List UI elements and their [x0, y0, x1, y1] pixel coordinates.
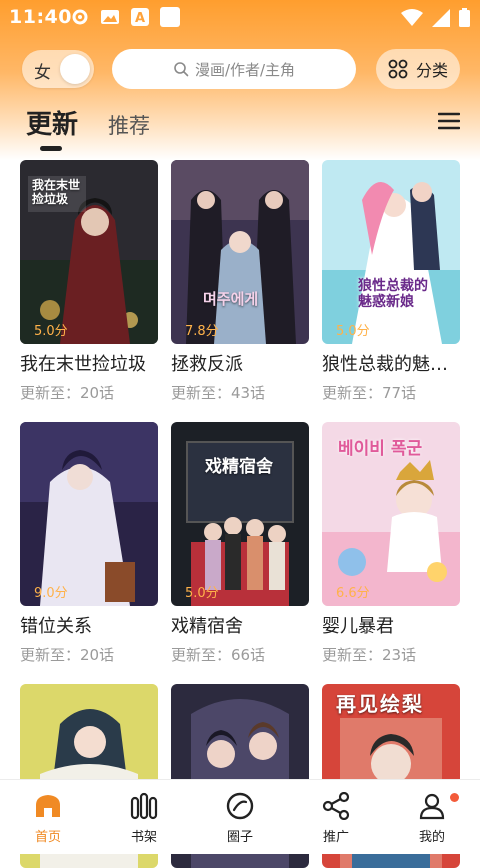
profile-icon — [419, 793, 445, 820]
status-time: 11:40 — [9, 6, 72, 28]
cover-illustration — [20, 422, 158, 606]
nav-promote[interactable]: 推广 — [296, 780, 376, 854]
cover-title-text: 베이비 폭군 — [338, 439, 423, 459]
gender-toggle[interactable]: 女 — [22, 50, 94, 88]
cellular-icon — [432, 8, 450, 27]
circle-icon — [226, 792, 254, 820]
comic-title: 婴儿暴君 — [322, 616, 394, 637]
nav-promote-label: 推广 — [322, 830, 349, 845]
a-letter-icon: A — [131, 8, 149, 26]
image-icon — [101, 10, 119, 24]
comic-cover[interactable]: 9.0分 — [20, 422, 158, 606]
cover-illustration — [322, 160, 460, 344]
gender-toggle-label: 女 — [34, 63, 51, 83]
bookshelf-icon — [130, 792, 158, 820]
cover-illustration — [171, 160, 309, 344]
nav-circle[interactable]: 圈子 — [200, 780, 280, 854]
nav-home[interactable]: 首页 — [8, 780, 88, 854]
status-system-icons — [401, 8, 470, 27]
tab-recommended[interactable]: 推荐 — [108, 110, 150, 140]
search-placeholder: 漫画/作者/主角 — [194, 60, 296, 79]
comic-cover[interactable]: 我在末世捡垃圾 5.0分 — [20, 160, 158, 344]
update-status: 更新至：77话 — [322, 384, 417, 402]
score-badge: 5.0分 — [185, 586, 219, 601]
share-icon — [322, 792, 350, 820]
update-status: 更新至：66话 — [171, 646, 266, 664]
menu-icon[interactable] — [438, 112, 460, 130]
score-badge: 6.6分 — [336, 586, 370, 601]
score-badge: 5.0分 — [34, 324, 68, 339]
cover-title-text: 我在末世捡垃圾 — [32, 178, 81, 206]
svg-text:A: A — [135, 11, 145, 26]
cover-title-text: 며주에게 — [203, 290, 259, 308]
search-icon — [174, 62, 189, 77]
status-bar: 11:40 A — [0, 0, 480, 34]
battery-icon — [459, 8, 470, 27]
score-badge: 5.0分 — [336, 324, 370, 339]
comic-cover[interactable]: 戏精宿舍 5.0分 — [171, 422, 309, 606]
home-icon — [36, 795, 60, 817]
update-status: 更新至：23话 — [322, 646, 417, 664]
cover-title-text: 狼性总裁的魅惑新娘 — [358, 278, 428, 310]
update-status: 更新至：20话 — [20, 384, 115, 402]
category-label: 分类 — [415, 61, 448, 80]
comic-title: 错位关系 — [20, 616, 92, 637]
search-input[interactable]: 漫画/作者/主角 — [112, 49, 356, 89]
category-button[interactable]: 分类 — [376, 49, 460, 89]
nav-profile[interactable]: 我的 — [392, 780, 472, 854]
comic-title: 我在末世捡垃圾 — [20, 354, 146, 375]
square-icon — [160, 7, 180, 27]
nav-home-label: 首页 — [34, 830, 61, 845]
update-status: 更新至：20话 — [20, 646, 115, 664]
comic-cover[interactable]: 며주에게 7.8分 — [171, 160, 309, 344]
score-badge: 9.0分 — [34, 586, 68, 601]
cover-title-text: 戏精宿舍 — [205, 457, 273, 477]
cover-illustration — [171, 422, 309, 606]
nav-bookshelf-label: 书架 — [130, 830, 157, 845]
bottom-navigation: 首页 书架 圈子 推广 我的 — [0, 779, 480, 854]
nav-profile-label: 我的 — [418, 830, 445, 845]
nav-circle-label: 圈子 — [226, 830, 253, 845]
tab-updates[interactable]: 更新 — [26, 104, 78, 141]
tab-indicator — [40, 146, 62, 151]
gear-icon — [72, 9, 88, 25]
wifi-icon — [401, 8, 423, 26]
comic-cover[interactable]: 狼性总裁的魅惑新娘 5.0分 — [322, 160, 460, 344]
update-status: 更新至：43话 — [171, 384, 266, 402]
nav-bookshelf[interactable]: 书架 — [104, 780, 184, 854]
notification-dot — [450, 793, 459, 802]
toggle-knob — [60, 54, 90, 84]
category-icon — [388, 59, 408, 79]
comic-title: 戏精宿舍 — [171, 616, 243, 637]
comic-title: 拯救反派 — [171, 354, 243, 375]
comic-title: 狼性总裁的魅… — [322, 354, 448, 375]
status-notification-icons: A — [70, 7, 180, 27]
cover-title-text: 再见绘梨 — [336, 692, 424, 716]
comic-cover[interactable]: 베이비 폭군 6.6分 — [322, 422, 460, 606]
score-badge: 7.8分 — [185, 324, 219, 339]
